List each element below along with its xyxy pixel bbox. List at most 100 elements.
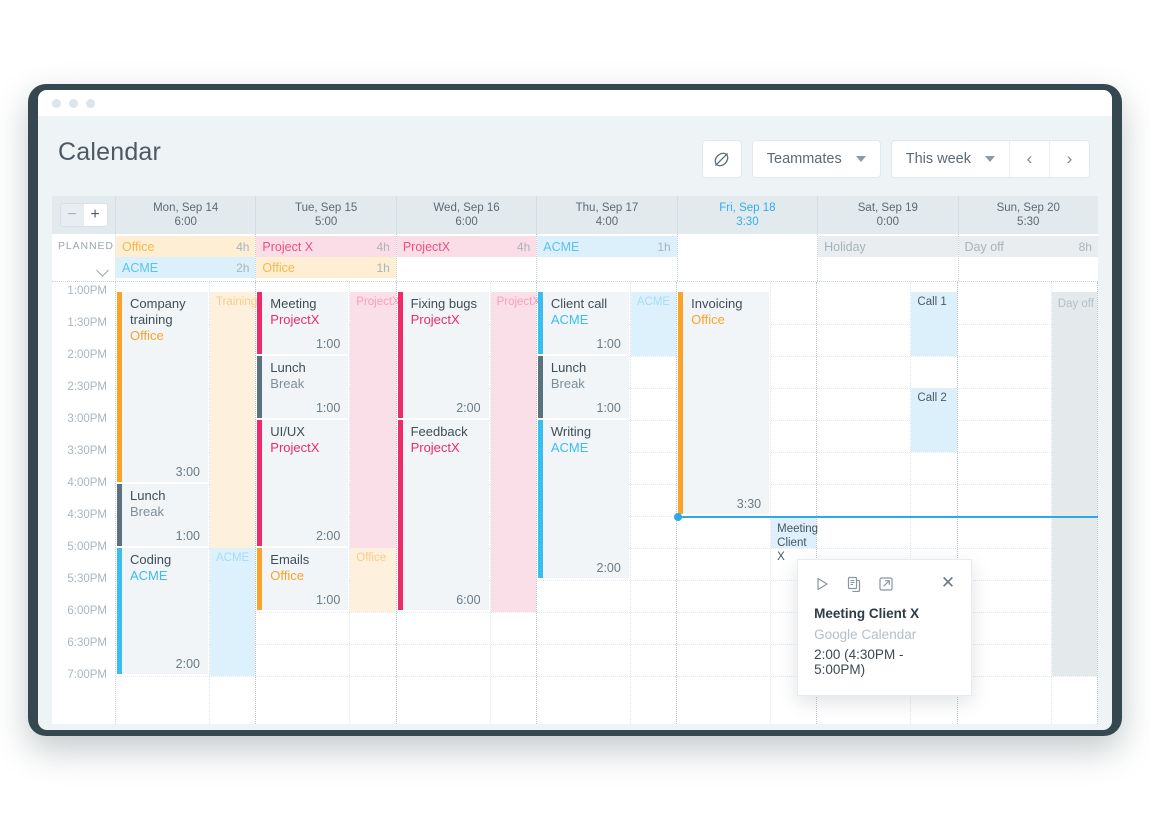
planned-chip[interactable]: ProjectX 4h (396, 236, 537, 257)
day-name: Thu, Sep 17 (575, 202, 639, 214)
planned-chip-label: Project X (262, 239, 314, 254)
time-label: 2:00PM (67, 349, 107, 361)
event-project: ProjectX (410, 440, 460, 455)
window-dot-maximize[interactable] (86, 98, 95, 108)
event-project: ACME (550, 312, 589, 327)
planned-block[interactable]: Office (350, 548, 396, 612)
day-header-3[interactable]: Thu, Sep 17 4:00 (537, 196, 678, 234)
zoom-out-button[interactable]: − (60, 204, 84, 226)
planned-block[interactable]: Call 2 (911, 388, 957, 452)
planned-block[interactable]: ProjectX (490, 292, 540, 612)
zoom-in-button[interactable]: + (83, 204, 107, 226)
planned-day-3[interactable]: ACME 1h (537, 234, 678, 281)
open-external-icon[interactable] (878, 576, 894, 592)
day-name: Wed, Sep 16 (433, 202, 500, 214)
planned-block[interactable]: ACME (630, 292, 677, 356)
integrations-button[interactable] (701, 140, 742, 178)
calendar-event[interactable]: Coding ACME 2:00 (117, 548, 208, 674)
time-label: 6:30PM (67, 637, 107, 649)
day-header-5[interactable]: Sat, Sep 19 0:00 (818, 196, 959, 234)
close-icon[interactable]: ✕ (941, 574, 955, 591)
planned-chip[interactable]: ACME 2h (116, 257, 256, 278)
time-label: 1:30PM (67, 317, 107, 329)
event-color-bar (257, 292, 263, 354)
calendar-event[interactable]: Lunch Break 1:00 (257, 356, 349, 418)
week-dropdown[interactable]: This week (892, 141, 1009, 177)
event-color-bar (678, 292, 684, 514)
day-header-0[interactable]: Mon, Sep 14 6:00 (116, 196, 257, 234)
day-total: 5:30 (1017, 216, 1040, 228)
time-label: 5:00PM (67, 541, 107, 553)
calendar-event[interactable]: Lunch Break 1:00 (537, 356, 629, 418)
planned-day-5[interactable]: Holiday (818, 234, 959, 281)
day-header-6[interactable]: Sun, Sep 20 5:30 (959, 196, 1098, 234)
planned-chip-amount: 1h (376, 260, 390, 275)
calendar-event[interactable]: Client call ACME 1:00 (537, 292, 629, 354)
day-header-1[interactable]: Tue, Sep 15 5:00 (256, 196, 397, 234)
planned-chip[interactable]: Project X 4h (256, 236, 396, 257)
planned-chip-amount: 2h (236, 260, 250, 275)
play-icon[interactable] (814, 576, 830, 592)
calendar-event[interactable]: Lunch Break 1:00 (117, 484, 208, 546)
planned-block[interactable]: ACME (210, 548, 256, 676)
calendar-event[interactable]: Writing ACME 2:00 (537, 420, 629, 578)
calendar-event[interactable]: Company training Office 3:00 (117, 292, 208, 482)
planned-day-2[interactable]: ProjectX 4h (396, 234, 538, 281)
event-title: Invoicing (691, 296, 743, 311)
event-color-bar (117, 548, 122, 674)
event-project: ProjectX (270, 312, 320, 327)
teammates-dropdown[interactable]: Teammates (751, 140, 881, 178)
planned-label: PLANNED (58, 240, 114, 252)
day-name: Sun, Sep 20 (996, 202, 1060, 214)
planned-chip-amount: 4h (376, 239, 390, 254)
popup-detail: 2:00 (4:30PM - 5:00PM) (814, 647, 904, 677)
planned-chip-label: ACME (122, 260, 159, 275)
week-nav-group: This week ‹ › (890, 140, 1090, 178)
event-color-bar (257, 420, 263, 546)
calendar-event[interactable]: Invoicing Office 3:30 (678, 292, 770, 514)
copy-icon[interactable] (846, 576, 862, 592)
planned-day-1[interactable]: Project X 4h Office 1h (256, 234, 397, 281)
popup-title: Meeting Client X (814, 606, 920, 621)
planned-block[interactable]: ProjectX (350, 292, 400, 548)
popup-toolbar: ✕ (814, 574, 955, 594)
calendar-event[interactable]: Fixing bugs ProjectX 2:00 (397, 292, 489, 418)
planned-chip[interactable]: ACME 1h (537, 236, 677, 257)
planned-chip[interactable]: Office 4h (116, 236, 256, 257)
week-label: This week (905, 151, 971, 167)
planned-block[interactable]: Call 1 (911, 292, 957, 356)
planned-block[interactable]: Day off (1051, 292, 1097, 676)
calendar-grid[interactable]: 1:00PM 1:30PM 2:00PM 2:30PM 3:00PM 3:30PM 4:00… (52, 282, 1098, 724)
chevron-down-icon[interactable] (96, 264, 109, 277)
planned-chip-amount: 4h (236, 239, 250, 254)
planned-chip[interactable]: Office 1h (256, 257, 396, 278)
mini-event[interactable]: Meeting Client X (771, 518, 818, 563)
event-color-bar (537, 356, 543, 418)
current-time-line (677, 516, 1098, 518)
window-dot-minimize[interactable] (69, 98, 78, 108)
event-popup[interactable]: ✕ Meeting Client X Google Calendar 2:00 (4:… (797, 559, 973, 696)
planned-chip-label: Office (122, 239, 155, 254)
planned-chip[interactable]: Day off 8h (958, 236, 1098, 257)
calendar-event[interactable]: UI/UX ProjectX 2:00 (257, 420, 349, 546)
calendar-event[interactable]: Meeting ProjectX 1:00 (257, 292, 349, 354)
planned-day-4[interactable] (678, 234, 819, 281)
teammates-label: Teammates (766, 151, 842, 167)
window-dot-close[interactable] (52, 98, 61, 108)
day-header-4[interactable]: Fri, Sep 18 3:30 (678, 196, 819, 234)
event-project: ProjectX (270, 440, 320, 455)
event-project: ProjectX (410, 312, 460, 327)
time-label: 7:00PM (67, 669, 107, 681)
prev-week-button[interactable]: ‹ (1009, 141, 1049, 177)
planned-chip[interactable]: Holiday (818, 236, 958, 257)
calendar-event[interactable]: Emails Office 1:00 (257, 548, 349, 610)
event-title: Lunch (130, 488, 166, 503)
event-title: Lunch (550, 360, 587, 375)
day-header-2[interactable]: Wed, Sep 16 6:00 (397, 196, 538, 234)
planned-block[interactable]: Training (210, 292, 257, 548)
planned-day-6[interactable]: Day off 8h (958, 234, 1098, 281)
planned-chip-amount: 4h (516, 239, 531, 254)
planned-day-0[interactable]: Office 4h ACME 2h (116, 234, 257, 281)
calendar-event[interactable]: Feedback ProjectX 6:00 (397, 420, 489, 610)
next-week-button[interactable]: › (1049, 141, 1089, 177)
